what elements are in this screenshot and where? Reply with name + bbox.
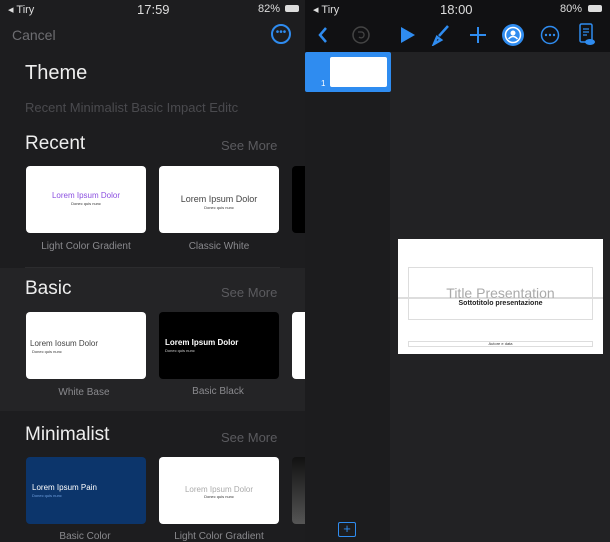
undo-icon[interactable] xyxy=(351,25,371,45)
thumb-sub: Donec quis nunc xyxy=(71,201,101,206)
theme-thumb[interactable] xyxy=(292,166,305,233)
section-title: Basic xyxy=(25,278,72,299)
theme-thumb[interactable]: Lorem Ipsum Pain Donec quis nunc xyxy=(26,457,146,524)
keynote-editor: ◂ Tiry 18:00 80% 1 + Title Presentation … xyxy=(305,0,610,542)
thumb-heading: Lorem Ipsum Dolor xyxy=(165,338,239,347)
see-more-button[interactable]: See More xyxy=(221,138,277,153)
thumb-heading: Lorem Iosum Dolor xyxy=(30,339,99,348)
theme-label: White Base xyxy=(58,387,110,398)
section-title: Minimalist xyxy=(25,424,110,445)
play-icon[interactable] xyxy=(400,26,416,44)
thumb-heading: Lorem Ipsum Dolor xyxy=(51,191,121,200)
page-title: Theme xyxy=(25,62,88,84)
clock: 18:00 xyxy=(440,2,473,17)
cancel-button[interactable]: Cancel xyxy=(12,27,56,43)
more-icon[interactable] xyxy=(540,25,560,45)
theme-label: Classic White xyxy=(188,241,250,252)
thumb-sub: Donec quis nunc xyxy=(204,494,234,499)
thumb-heading: Lorem Ipsum Dolor xyxy=(180,194,258,204)
category-tabs[interactable]: Recent Minimalist Basic Impact Editc xyxy=(25,100,238,115)
theme-label: Light Color Gradient xyxy=(174,531,264,542)
theme-thumb[interactable] xyxy=(292,457,305,524)
clock: 17:59 xyxy=(137,2,170,17)
theme-thumb[interactable]: Lorem Ipsum Dolor Donec quis nunc xyxy=(26,166,146,233)
theme-label: Basic Black xyxy=(192,386,244,397)
theme-label: Light Color Gradient xyxy=(41,241,131,252)
collaborate-icon[interactable] xyxy=(501,23,525,47)
carrier: ◂ Tiry xyxy=(313,4,340,16)
thumb-heading: Lorem Ipsum Pain xyxy=(32,483,97,492)
theme-thumb[interactable]: Lorem Ipsum Dolor Donec quis nunc xyxy=(159,312,279,379)
theme-thumb[interactable]: Lorem Ipsum Dolor Donec quis nunc xyxy=(159,166,279,233)
thumb-heading: Lorem Ipsum Dolor xyxy=(184,485,254,494)
add-slide-button[interactable]: + xyxy=(338,522,356,537)
thumb-sub: Donec quis nunc xyxy=(204,205,234,210)
brush-icon[interactable] xyxy=(431,24,451,46)
theme-thumb[interactable] xyxy=(292,312,305,379)
add-icon[interactable] xyxy=(469,26,487,44)
thumb-sub: Donec quis nunc xyxy=(32,493,62,498)
battery-level: 80% xyxy=(560,3,583,15)
slide-navigator xyxy=(305,52,390,542)
presenter-notes-icon[interactable] xyxy=(578,23,596,47)
battery-level: 82% xyxy=(258,3,281,15)
slide-subtitle: Sottotitolo presentazione xyxy=(458,300,543,307)
see-more-button[interactable]: See More xyxy=(221,430,277,445)
theme-chooser-panel: ◂ Tiry 17:59 82% Cancel ••• Theme Recent… xyxy=(0,0,305,542)
battery-icon xyxy=(285,5,299,12)
see-more-button[interactable]: See More xyxy=(221,285,277,300)
thumb-sub: Donec quis nunc xyxy=(165,348,195,353)
slide-thumb-preview xyxy=(330,57,387,87)
theme-thumb[interactable]: Lorem Iosum Dolor Donec quis nunc xyxy=(26,312,146,379)
slide-canvas[interactable]: Title Presentation Sottotitolo presentaz… xyxy=(398,239,603,354)
theme-label: Basic Color xyxy=(59,531,111,542)
back-icon[interactable] xyxy=(317,26,329,44)
section-title: Recent xyxy=(25,133,86,154)
more-icon[interactable]: ••• xyxy=(271,24,291,44)
slide-footer: Autore e data xyxy=(488,341,513,346)
slide-title: Title Presentation xyxy=(446,285,555,301)
slide-thumbnail-selected[interactable]: 1 xyxy=(305,52,391,92)
battery-icon xyxy=(588,5,602,12)
slide-number: 1 xyxy=(321,79,326,88)
carrier: ◂ Tiry xyxy=(8,4,35,16)
thumb-sub: Donec quis nunc xyxy=(32,349,62,354)
theme-thumb[interactable]: Lorem Ipsum Dolor Donec quis nunc xyxy=(159,457,279,524)
